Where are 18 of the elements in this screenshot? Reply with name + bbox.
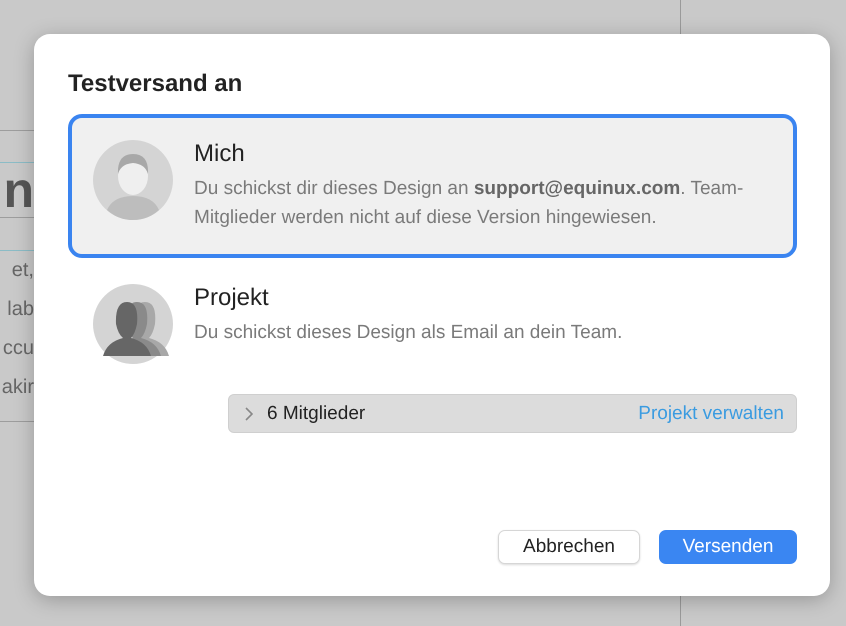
person-avatar-icon	[93, 140, 173, 220]
cancel-button[interactable]: Abbrechen	[498, 530, 640, 564]
send-button[interactable]: Versenden	[659, 530, 797, 564]
background-heading: n	[3, 165, 34, 217]
group-avatar-icon	[93, 284, 173, 364]
background-text: lab	[7, 297, 34, 322]
option-title: Mich	[194, 140, 246, 168]
option-description: Du schickst dieses Design als Email an dein Team.	[194, 321, 622, 345]
background-text: ccu	[2, 336, 34, 361]
background-text: akir	[2, 375, 34, 400]
background-text: et,	[12, 258, 34, 283]
recipient-option[interactable]: Mich Du schickst dir dieses Design an support@equinux.com. Team-Mitglieder werden nicht auf diese Version hingewiesen.	[68, 114, 797, 258]
recipient-option[interactable]: Projekt Du schickst dieses Design als Email an dein Team.	[68, 258, 797, 390]
option-description: Du schickst dir dieses Design an support@equinux.com. Team-Mitglieder werden nicht auf diese Version hingewiesen.	[194, 177, 744, 230]
option-title: Projekt	[194, 284, 270, 312]
chevron-icon[interactable]	[243, 406, 255, 420]
members-label: 6 Mitglieder	[267, 402, 366, 424]
dialog-title: Testversand an	[68, 70, 244, 98]
